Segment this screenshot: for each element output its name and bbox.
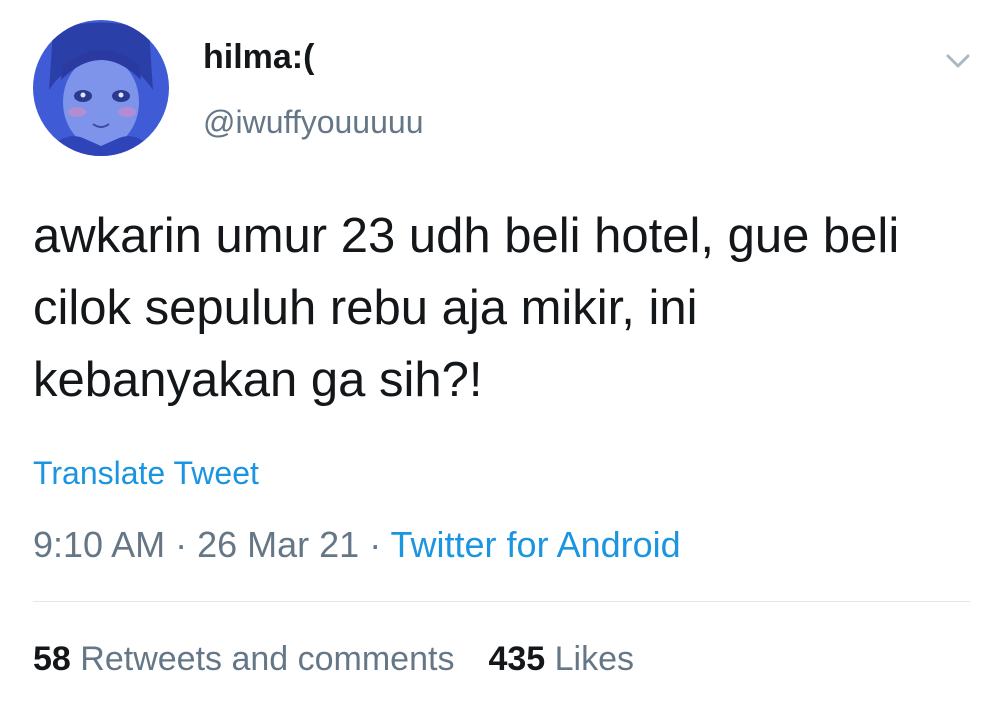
user-handle[interactable]: @iwuffyouuuuu [203, 106, 423, 138]
display-name[interactable]: hilma:( [203, 40, 314, 74]
tweet-text: awkarin umur 23 udh beli hotel, gue beli… [33, 209, 900, 407]
translate-tweet-link[interactable]: Translate Tweet [33, 457, 259, 489]
tweet-source-link[interactable]: Twitter for Android [391, 524, 681, 565]
separator: · [165, 524, 198, 565]
avatar[interactable] [33, 20, 169, 156]
retweets-label: Retweets and comments [80, 640, 455, 678]
avatar-image [33, 20, 169, 156]
tweet-stats: 58 Retweets and comments 435 Likes [33, 642, 634, 676]
chevron-down-icon [946, 54, 970, 68]
divider [33, 601, 970, 602]
likes-count: 435 [488, 640, 546, 678]
more-options-button[interactable] [938, 44, 978, 78]
likes-label: Likes [554, 640, 635, 678]
retweets-stat[interactable]: 58 Retweets and comments [33, 640, 454, 678]
retweets-count: 58 [33, 640, 71, 678]
separator: · [359, 524, 391, 565]
tweet-date: 26 Mar 21 [197, 524, 360, 565]
tweet-metadata: 9:10 AM · 26 Mar 21 · Twitter for Androi… [33, 527, 681, 563]
likes-stat[interactable]: 435 Likes [488, 640, 634, 678]
tweet-time: 9:10 AM [33, 524, 166, 565]
